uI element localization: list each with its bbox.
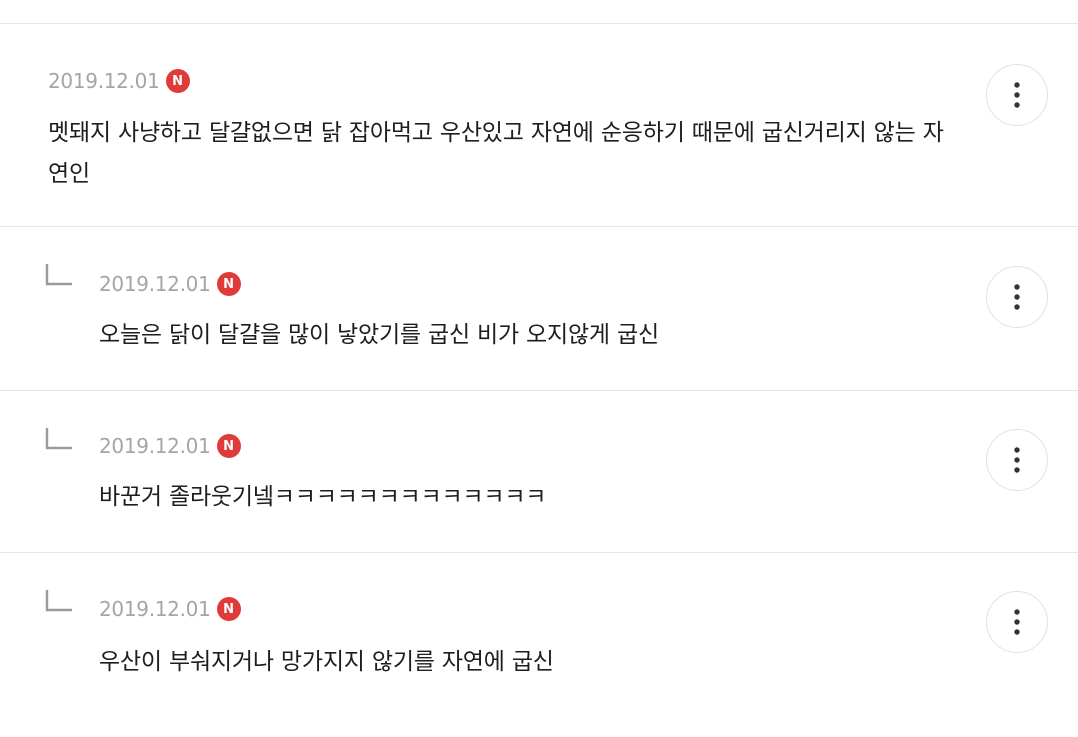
comment-date: 2019.12.01 <box>99 272 211 296</box>
comment-item: 2019.12.01 N 멧돼지 사냥하고 달걀없으면 닭 잡아먹고 우산있고 … <box>0 24 1078 227</box>
more-options-button[interactable] <box>986 591 1048 653</box>
comment-date: 2019.12.01 <box>48 69 160 93</box>
comment-date: 2019.12.01 <box>99 597 211 621</box>
new-badge: N <box>216 434 241 458</box>
comment-text: 우산이 부숴지거나 망가지지 않기를 자연에 굽신 <box>99 649 554 675</box>
reply-comment-item: 2019.12.01 N 바꾼거 졸라웃기넼ㅋㅋㅋㅋㅋㅋㅋㅋㅋㅋㅋㅋㅋ <box>0 391 1078 553</box>
more-options-button[interactable] <box>986 429 1048 491</box>
reply-arrow-icon <box>45 428 72 450</box>
comment-meta: 2019.12.01 N <box>99 269 241 299</box>
more-vertical-icon <box>1014 82 1020 108</box>
reply-arrow-icon <box>45 590 72 612</box>
new-badge: N <box>165 69 190 93</box>
comment-meta: 2019.12.01 N <box>99 594 241 624</box>
reply-arrow-icon <box>45 264 72 286</box>
comment-meta: 2019.12.01 N <box>99 431 241 461</box>
more-options-button[interactable] <box>986 266 1048 328</box>
more-vertical-icon <box>1014 609 1020 635</box>
reply-comment-item: 2019.12.01 N 우산이 부숴지거나 망가지지 않기를 자연에 굽신 <box>0 553 1078 737</box>
comment-text: 바꾼거 졸라웃기넼ㅋㅋㅋㅋㅋㅋㅋㅋㅋㅋㅋㅋㅋ <box>99 484 547 510</box>
more-vertical-icon <box>1014 447 1020 473</box>
comment-text: 멧돼지 사냥하고 달걀없으면 닭 잡아먹고 우산있고 자연에 순응하기 때문에 … <box>48 120 944 187</box>
more-vertical-icon <box>1014 284 1020 310</box>
reply-comment-item: 2019.12.01 N 오늘은 닭이 달걀을 많이 낳았기를 굽신 비가 오지… <box>0 227 1078 391</box>
comment-meta: 2019.12.01 N <box>48 66 190 96</box>
comment-date: 2019.12.01 <box>99 434 211 458</box>
new-badge: N <box>216 597 241 621</box>
more-options-button[interactable] <box>986 64 1048 126</box>
new-badge: N <box>216 272 241 296</box>
comment-text: 오늘은 닭이 달걀을 많이 낳았기를 굽신 비가 오지않게 굽신 <box>99 322 659 348</box>
